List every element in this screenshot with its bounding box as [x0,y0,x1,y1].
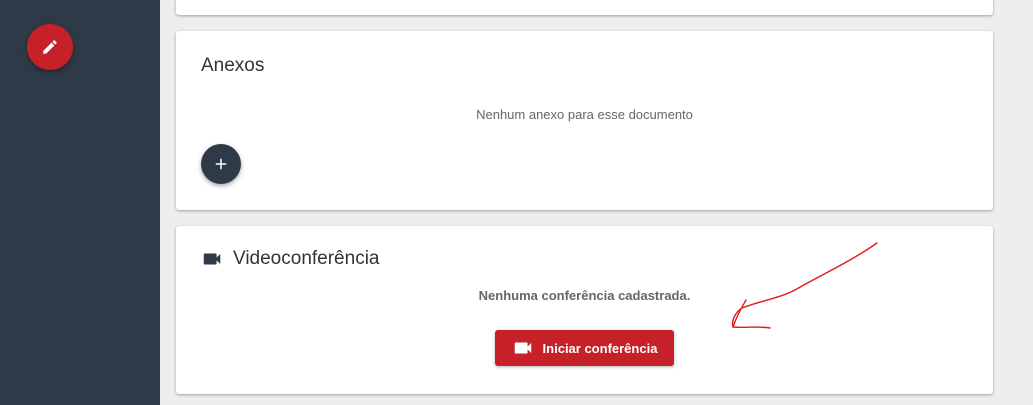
add-attachment-button[interactable] [201,144,241,184]
pencil-icon [43,40,57,54]
videocam-icon [514,342,531,354]
sidebar [0,0,160,405]
edit-fab-button[interactable] [27,24,73,70]
videoconference-header: Videoconferência [201,248,379,270]
start-conference-label: Iniciar conferência [542,340,658,356]
videocam-icon [203,253,221,265]
start-conference-button[interactable]: Iniciar conferência [495,330,674,366]
previous-card [176,0,993,15]
attachments-empty-message: Nenhum anexo para esse documento [476,107,693,122]
plus-icon [215,158,227,170]
attachments-title: Anexos [201,55,265,76]
videoconference-empty-message: Nenhuma conferência cadastrada. [478,288,691,303]
attachments-card: Anexos Nenhum anexo para esse documento [176,31,993,210]
videoconference-card: Videoconferência Nenhuma conferência cad… [176,226,993,394]
videoconference-title: Videoconferência [233,248,380,269]
